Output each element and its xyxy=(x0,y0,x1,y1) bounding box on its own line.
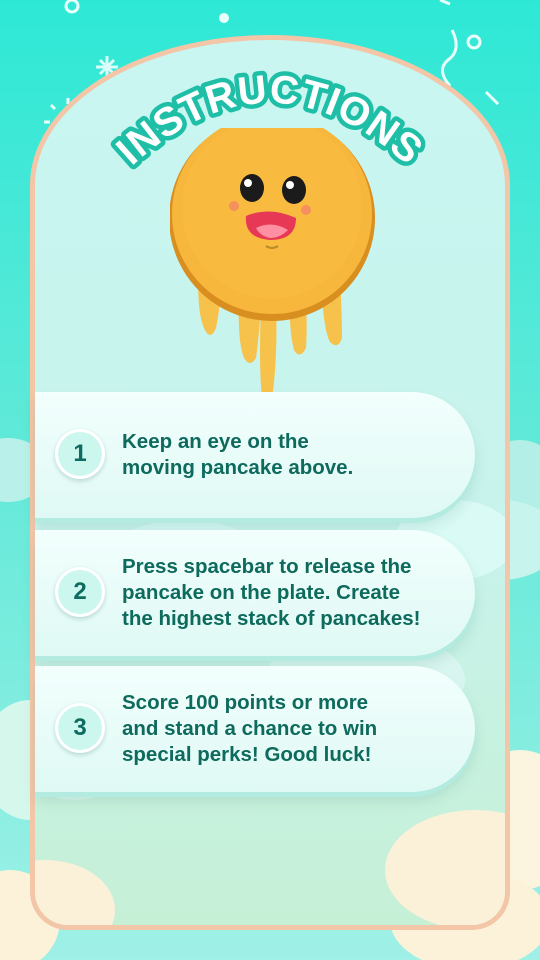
step-1-card: 1 Keep an eye on the moving pancake abov… xyxy=(35,392,475,518)
step-2-card: 2 Press spacebar to release the pancake … xyxy=(35,530,475,656)
step-3-card: 3 Score 100 points or more and stand a c… xyxy=(35,666,475,792)
step-line: Keep an eye on the xyxy=(122,430,309,453)
step-line: Score 100 points or more xyxy=(122,691,369,714)
step-text: Keep an eye on the moving pancake above. xyxy=(122,392,467,518)
step-line: Press spacebar to release the xyxy=(122,555,412,578)
pancake-face-icon xyxy=(170,128,375,404)
step-number-badge: 1 xyxy=(55,429,105,479)
step-line: special perks! Good luck! xyxy=(122,743,372,766)
step-text: Press spacebar to release the pancake on… xyxy=(122,530,467,656)
step-line: the highest stack of pancakes! xyxy=(122,607,421,630)
step-line: and stand a chance to win xyxy=(122,717,378,740)
step-line: pancake on the plate. Create xyxy=(122,581,400,604)
step-text: Score 100 points or more and stand a cha… xyxy=(122,666,467,792)
step-number-badge: 2 xyxy=(55,567,105,617)
step-line: moving pancake above. xyxy=(122,456,354,479)
step-number-badge: 3 xyxy=(55,703,105,753)
